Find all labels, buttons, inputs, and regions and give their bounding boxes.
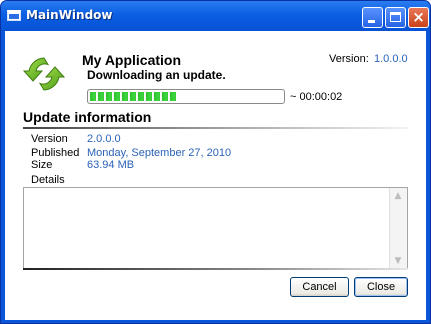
download-progress-bar: [87, 89, 285, 104]
close-window-button[interactable]: ×: [408, 7, 429, 28]
bottom-divider: [23, 268, 408, 270]
field-value-published: Monday, September 27, 2010: [87, 147, 232, 159]
field-label-published: Published: [31, 147, 80, 159]
time-remaining: ~ 00:00:02: [290, 91, 343, 103]
close-button[interactable]: Close: [354, 277, 408, 297]
progress-fill: [90, 92, 176, 101]
update-refresh-icon: [23, 57, 65, 91]
current-version-label: Version:: [329, 53, 369, 65]
download-status-text: Downloading an update.: [87, 68, 226, 82]
scroll-down-icon[interactable]: ▼: [390, 253, 406, 269]
title-bar[interactable]: MainWindow ×: [1, 1, 430, 31]
update-info-heading: Update information: [23, 109, 152, 125]
main-window: MainWindow ×: [0, 0, 431, 324]
field-value-version: 2.0.0.0: [87, 133, 121, 145]
minimize-button[interactable]: [362, 7, 383, 28]
details-textbox[interactable]: ▲ ▼: [23, 187, 408, 270]
scroll-up-icon[interactable]: ▲: [390, 188, 406, 204]
cancel-button[interactable]: Cancel: [290, 277, 349, 297]
maximize-button[interactable]: [385, 7, 406, 28]
current-version-value: 1.0.0.0: [374, 53, 408, 65]
close-icon: ×: [412, 8, 425, 26]
app-name: My Application: [82, 52, 182, 68]
field-label-version: Version: [31, 133, 68, 145]
section-divider: [23, 127, 408, 129]
window-title: MainWindow: [26, 8, 113, 22]
maximize-icon: [390, 12, 401, 22]
field-label-size: Size: [31, 159, 53, 171]
window-icon: [7, 10, 21, 21]
field-value-size: 63.94 MB: [87, 159, 135, 171]
details-scrollbar[interactable]: ▲ ▼: [389, 188, 407, 269]
minimize-icon: [368, 20, 375, 23]
field-label-details: Details: [31, 174, 65, 186]
